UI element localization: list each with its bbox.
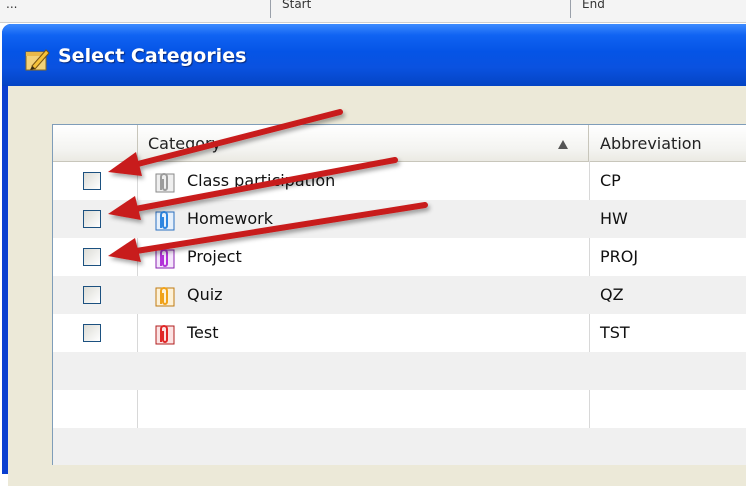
category-abbreviation: CP <box>600 171 621 190</box>
red-paperclip-icon <box>155 325 175 345</box>
bg-column-divider <box>570 0 571 18</box>
bg-column-end: End <box>582 0 605 8</box>
table-header: Category Abbreviation <box>53 125 746 162</box>
empty-table-row <box>53 390 746 428</box>
purple-paperclip-icon <box>155 249 175 269</box>
category-name: Project <box>187 247 242 266</box>
bg-column-start: Start <box>282 0 312 8</box>
table-row[interactable]: Class participation CP <box>53 162 746 200</box>
category-name: Class participation <box>187 171 336 190</box>
background-column-headers: ... Start End <box>0 0 746 23</box>
category-abbreviation: QZ <box>600 285 624 304</box>
category-header-label: Category <box>148 134 222 153</box>
category-name: Test <box>187 323 219 342</box>
category-name: Homework <box>187 209 273 228</box>
dialog-title-bar[interactable]: Select Categories <box>2 24 746 86</box>
table-row[interactable]: Project PROJ <box>53 238 746 276</box>
category-column-header[interactable]: Category <box>138 125 589 161</box>
blue-paperclip-icon <box>155 211 175 231</box>
abbreviation-header-label: Abbreviation <box>600 134 702 153</box>
bg-column-divider <box>270 0 271 18</box>
row-checkbox[interactable] <box>83 286 101 304</box>
category-abbreviation: HW <box>600 209 628 228</box>
category-abbreviation: PROJ <box>600 247 639 266</box>
checkbox-column-header[interactable] <box>53 125 138 161</box>
empty-table-row <box>53 352 746 390</box>
category-name: Quiz <box>187 285 223 304</box>
row-checkbox[interactable] <box>83 172 101 190</box>
table-row[interactable]: Homework HW <box>53 200 746 238</box>
table-row[interactable]: Quiz QZ <box>53 276 746 314</box>
table-row[interactable]: Test TST <box>53 314 746 352</box>
empty-table-row <box>53 428 746 465</box>
sort-ascending-icon <box>558 140 568 149</box>
abbreviation-column-header[interactable]: Abbreviation <box>590 125 746 161</box>
row-checkbox[interactable] <box>83 324 101 342</box>
categories-table[interactable]: Category Abbreviation Class participatio… <box>52 124 746 465</box>
dialog-title: Select Categories <box>58 45 247 67</box>
row-checkbox[interactable] <box>83 248 101 266</box>
gray-paperclip-icon <box>155 173 175 193</box>
orange-paperclip-icon <box>155 287 175 307</box>
notepad-pencil-icon <box>25 49 50 71</box>
category-abbreviation: TST <box>600 323 630 342</box>
bg-column-1: ... <box>6 0 18 8</box>
row-checkbox[interactable] <box>83 210 101 228</box>
